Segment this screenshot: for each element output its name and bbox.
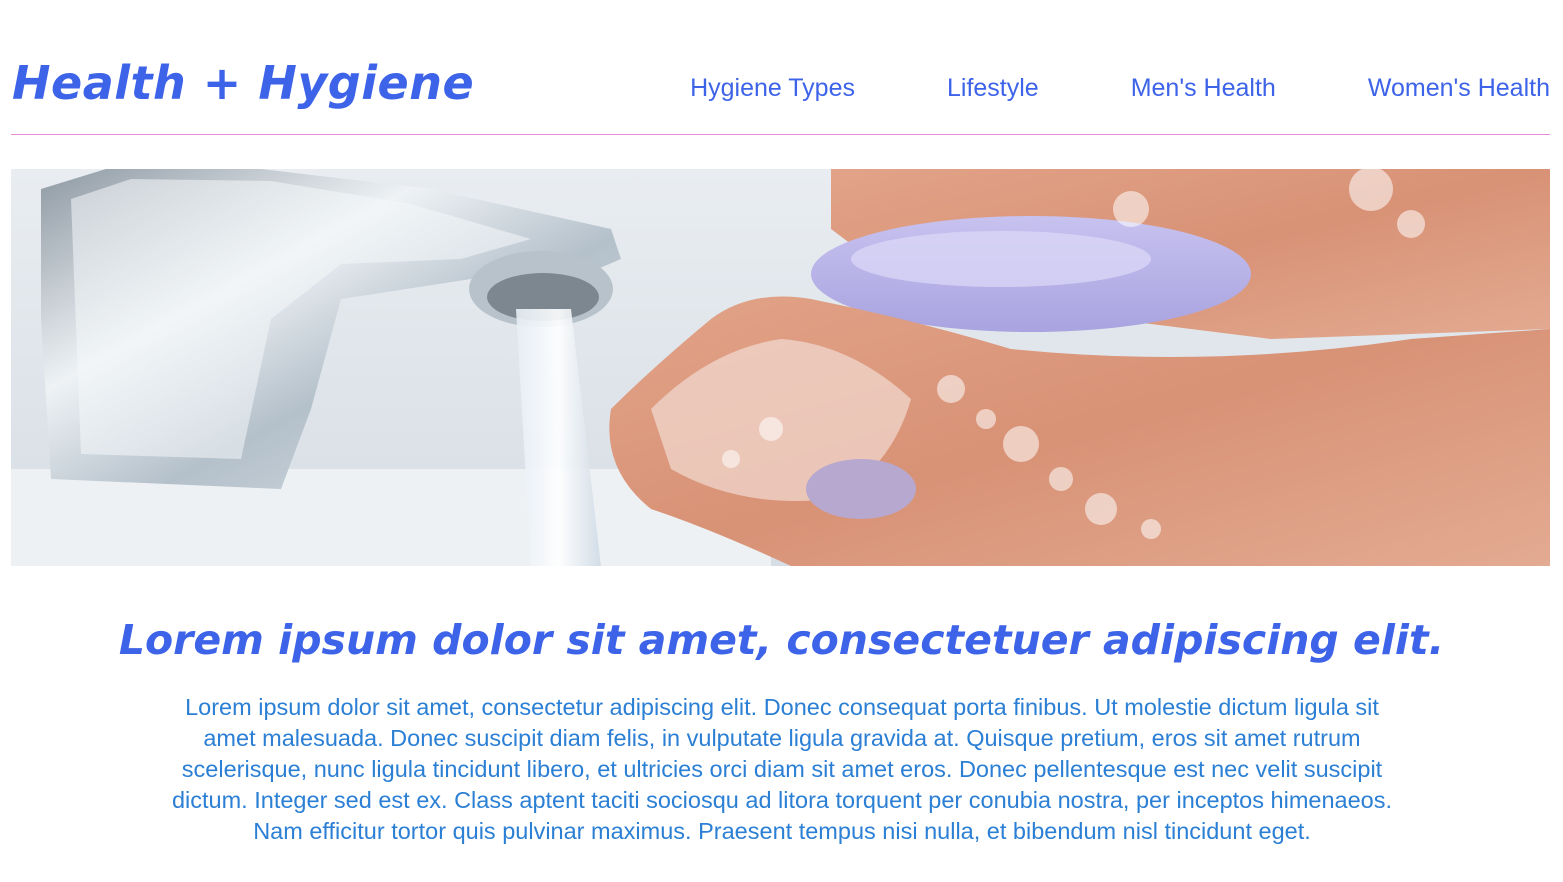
- article-body: Lorem ipsum dolor sit amet, consectetur …: [171, 694, 1393, 844]
- site-header: Health + Hygiene Hygiene Types Lifestyle…: [11, 0, 1550, 136]
- nav-womens-health[interactable]: Women's Health: [1368, 74, 1550, 103]
- article-headline: Lorem ipsum dolor sit amet, consectetuer…: [118, 616, 1445, 664]
- main-nav: Hygiene Types Lifestyle Men's Health Wom…: [690, 74, 1550, 103]
- hand-washing-photo-icon: [11, 169, 1550, 566]
- nav-lifestyle[interactable]: Lifestyle: [947, 74, 1039, 103]
- nav-hygiene-types[interactable]: Hygiene Types: [690, 74, 855, 103]
- site-logo[interactable]: Health + Hygiene: [12, 56, 474, 110]
- header-divider: [11, 134, 1550, 135]
- nav-mens-health[interactable]: Men's Health: [1131, 74, 1276, 103]
- hero-image: [11, 169, 1550, 566]
